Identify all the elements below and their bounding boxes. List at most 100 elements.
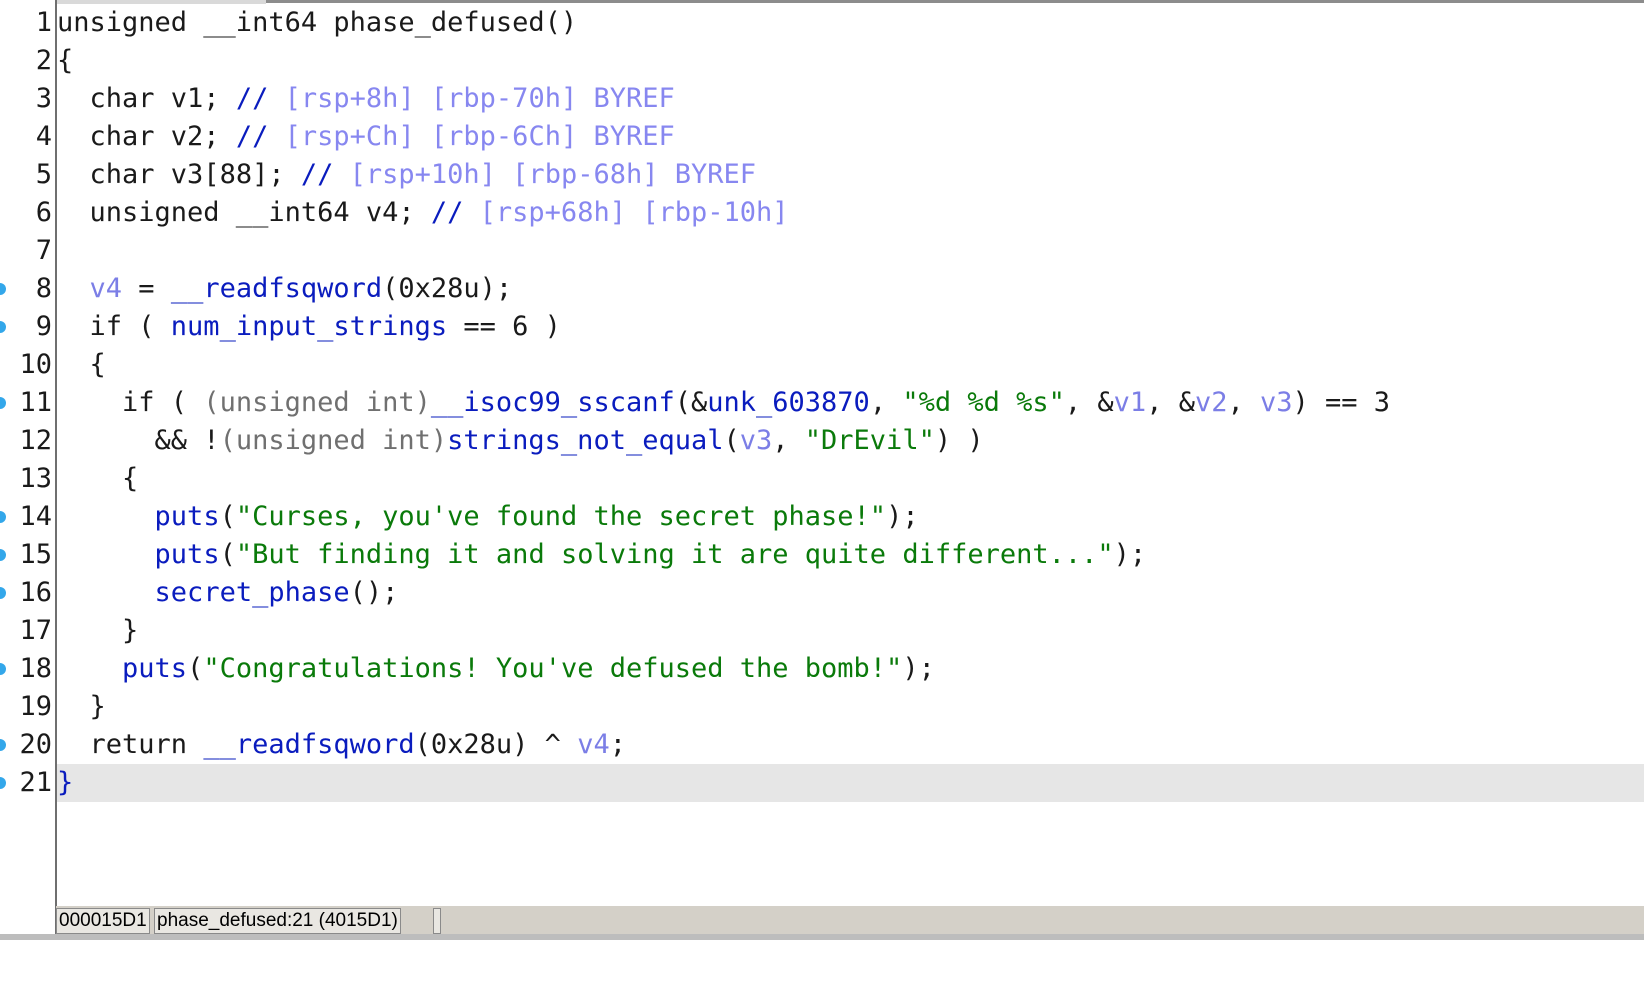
bottom-scroll-region <box>0 934 1644 940</box>
line-number: 17 <box>19 615 52 646</box>
code-line[interactable]: secret_phase(); <box>57 574 1644 612</box>
code-line[interactable]: return __readfsqword(0x28u) ^ v4; <box>57 726 1644 764</box>
code-line[interactable]: char v1; // [rsp+8h] [rbp-70h] BYREF <box>57 80 1644 118</box>
code-token: // <box>430 197 480 228</box>
code-token: ( <box>219 539 236 570</box>
code-token: puts <box>122 653 188 684</box>
code-token: strings_not_equal <box>447 425 724 456</box>
code-line[interactable]: unsigned __int64 v4; // [rsp+68h] [rbp-1… <box>57 194 1644 232</box>
line-number: 15 <box>19 539 52 570</box>
code-token: { <box>57 45 74 76</box>
code-token: [rsp+8h] [rbp-70h] BYREF <box>284 83 675 114</box>
code-token: { <box>57 463 139 494</box>
code-token: "Curses, you've found the secret phase!" <box>235 501 887 532</box>
code-token: unsigned __int64 v4; <box>57 197 431 228</box>
line-number: 8 <box>35 273 52 304</box>
code-token: (0x28u); <box>382 273 513 304</box>
code-line[interactable]: puts("But finding it and solving it are … <box>57 536 1644 574</box>
code-line[interactable]: unsigned __int64 phase_defused() <box>57 4 1644 42</box>
code-token: v4 <box>89 273 123 304</box>
code-token: "But finding it and solving it are quite… <box>235 539 1114 570</box>
line-number: 20 <box>19 729 52 760</box>
line-number: 2 <box>35 45 52 76</box>
code-token: ); <box>1113 539 1147 570</box>
code-line[interactable]: char v3[88]; // [rsp+10h] [rbp-68h] BYRE… <box>57 156 1644 194</box>
line-number: 13 <box>19 463 52 494</box>
status-address: 000015D1 <box>56 908 150 934</box>
code-token: ( <box>219 501 236 532</box>
code-line[interactable]: v4 = __readfsqword(0x28u); <box>57 270 1644 308</box>
line-number-gutter: 1 2 3 4 5 6 7 8 9 10 11 12 13 14 15 16 17 18 19 20 21 <box>0 0 56 940</box>
code-line[interactable]: puts("Congratulations! You've defused th… <box>57 650 1644 688</box>
code-line[interactable] <box>57 232 1644 270</box>
code-line[interactable]: char v2; // [rsp+Ch] [rbp-6Ch] BYREF <box>57 118 1644 156</box>
code-token: == 6 ) <box>447 311 561 342</box>
status-bar: 000015D1 phase_defused:21 (4015D1) <box>56 906 1644 934</box>
code-token: ); <box>886 501 919 532</box>
top-border <box>56 0 1644 3</box>
code-line[interactable]: { <box>57 346 1644 384</box>
status-location: phase_defused:21 (4015D1) <box>154 908 401 934</box>
code-token: v3 <box>739 425 773 456</box>
code-token: (); <box>349 577 399 608</box>
code-token: , & <box>1064 387 1114 418</box>
code-token: char <box>57 121 171 152</box>
code-token: char <box>57 159 171 190</box>
code-token: v2; <box>170 121 236 152</box>
line-number: 4 <box>35 121 52 152</box>
line-number: 12 <box>19 425 52 456</box>
line-number: 16 <box>19 577 52 608</box>
code-token: (unsigned int) <box>219 425 448 456</box>
code-token: } <box>57 615 139 646</box>
line-number: 18 <box>19 653 52 684</box>
code-token: , <box>772 425 805 456</box>
code-line[interactable]: && !(unsigned int)strings_not_equal(v3, … <box>57 422 1644 460</box>
line-number: 1 <box>35 7 52 38</box>
code-line[interactable]: { <box>57 42 1644 80</box>
code-line[interactable]: } <box>57 688 1644 726</box>
code-token: phase_defused <box>333 7 545 38</box>
code-token: [rsp+10h] [rbp-68h] BYREF <box>349 159 757 190</box>
code-token: v3[88]; <box>170 159 301 190</box>
code-line[interactable]: puts("Curses, you've found the secret ph… <box>57 498 1644 536</box>
code-line[interactable]: } <box>57 612 1644 650</box>
code-token: , <box>1227 387 1260 418</box>
code-line-current[interactable]: } <box>57 764 1644 802</box>
line-number: 19 <box>19 691 52 722</box>
code-token: (unsigned int) <box>203 387 431 418</box>
code-line[interactable]: if ( num_input_strings == 6 ) <box>57 308 1644 346</box>
line-number: 6 <box>35 197 52 228</box>
line-number: 14 <box>19 501 52 532</box>
code-token: // <box>235 121 285 152</box>
code-token: } <box>57 691 106 722</box>
code-token: && ! <box>57 425 220 456</box>
code-token: // <box>300 159 350 190</box>
code-token: if ( <box>57 311 171 342</box>
code-token: , & <box>1146 387 1195 418</box>
line-number: 7 <box>35 235 52 266</box>
code-token: __isoc99_sscanf <box>430 387 675 418</box>
code-token: v3 <box>1260 387 1293 418</box>
code-line[interactable]: { <box>57 460 1644 498</box>
code-token: "Congratulations! You've defused the bom… <box>203 653 903 684</box>
code-token: return <box>57 729 204 760</box>
code-token: , <box>869 387 903 418</box>
code-line[interactable]: if ( (unsigned int)__isoc99_sscanf(&unk_… <box>57 384 1644 422</box>
code-view[interactable]: unsigned __int64 phase_defused(){ char v… <box>57 4 1644 940</box>
code-token: { <box>57 349 106 380</box>
line-number: 11 <box>19 387 52 418</box>
code-token: ( <box>187 653 204 684</box>
code-token: "%d %d %s" <box>902 387 1065 418</box>
code-token: __readfsqword <box>170 273 383 304</box>
code-token: // <box>235 83 285 114</box>
code-token: } <box>57 767 74 798</box>
code-token: if ( <box>57 387 204 418</box>
code-token: () <box>544 7 578 38</box>
line-number: 21 <box>19 767 52 798</box>
line-number: 9 <box>35 311 52 342</box>
